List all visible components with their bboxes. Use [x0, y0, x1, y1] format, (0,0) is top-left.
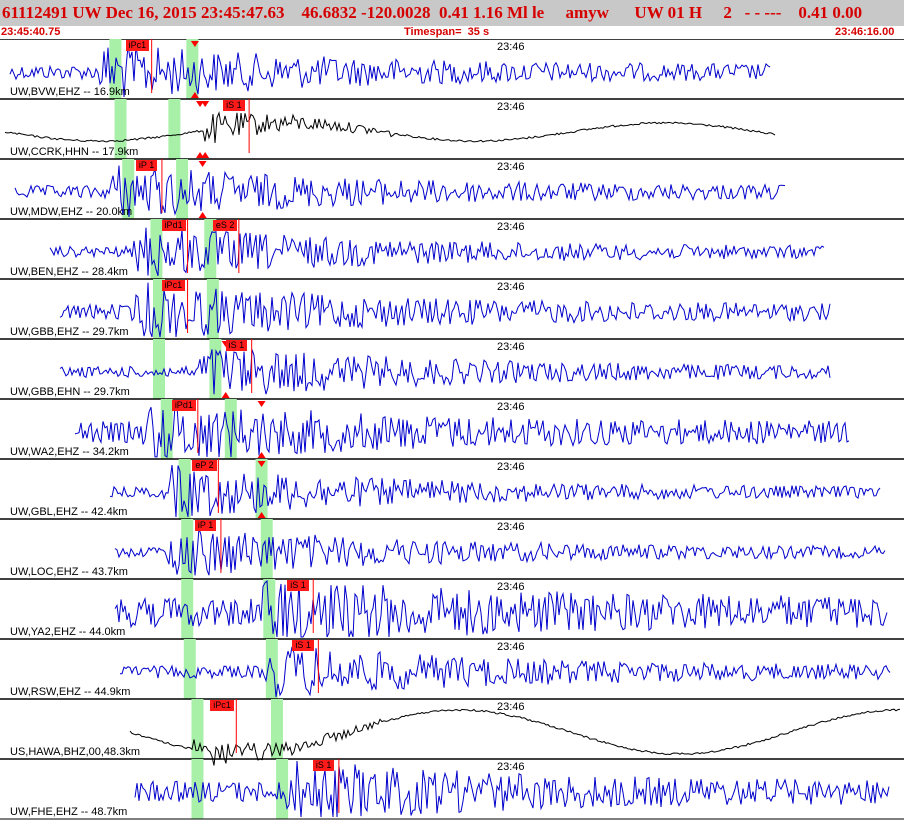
waveform-11[interactable]: [129, 708, 901, 766]
marker-icon: [198, 161, 207, 167]
trace-row[interactable]: [0, 458, 904, 519]
pick-label[interactable]: iP 1: [194, 520, 217, 531]
event-summary: 61112491 UW Dec 16, 2015 23:45:47.63 46.…: [2, 3, 863, 22]
timespan-label: Timespan= 35 s: [404, 26, 490, 38]
station-label: UW,YA2,EHZ -- 44.0km: [10, 626, 126, 638]
seismogram-viewer: 61112491 UW Dec 16, 2015 23:45:47.63 46.…: [0, 0, 904, 820]
marker-icon: [221, 392, 230, 398]
minute-label: 23:46: [497, 761, 525, 773]
waveform-5[interactable]: [59, 349, 831, 395]
pick-label[interactable]: iPd1: [171, 400, 196, 411]
station-label: UW,BEN,EHZ -- 28.4km: [10, 266, 128, 278]
trace-panel[interactable]: 23:46 UW,BVW,EHZ -- 16.9km iPc1 23:46 UW,CCR…: [0, 39, 904, 820]
pick-label[interactable]: eP 2: [192, 460, 217, 471]
pick-label[interactable]: iS 1: [312, 760, 335, 771]
minute-label: 23:46: [497, 341, 525, 353]
pick-label[interactable]: iPc1: [125, 40, 150, 51]
pick-label[interactable]: iS 1: [225, 340, 248, 351]
end-time: 23:46:16.00: [835, 26, 895, 38]
station-label: UW,FHE,EHZ -- 48.7km: [10, 806, 128, 818]
pick-label[interactable]: iPc1: [210, 700, 234, 711]
marker-icon: [198, 212, 207, 218]
station-label: UW,CCRK,HHN -- 17.9km: [10, 146, 139, 158]
trace-row[interactable]: [0, 338, 904, 399]
phase-window: [153, 339, 166, 399]
marker-icon: [201, 101, 210, 107]
trace-row[interactable]: [0, 398, 904, 459]
pick-label[interactable]: iS 1: [292, 640, 314, 651]
trace-row[interactable]: [0, 578, 904, 639]
phase-window: [168, 99, 181, 159]
trace-row[interactable]: [0, 278, 904, 339]
station-label: UW,BVW,EHZ -- 16.9km: [10, 86, 130, 98]
pick-label[interactable]: iPd1: [161, 220, 186, 231]
minute-label: 23:46: [497, 161, 525, 173]
trace-row[interactable]: [0, 758, 904, 819]
pick-label[interactable]: iPc1: [161, 280, 186, 291]
station-label: UW,RSW,EHZ -- 44.9km: [10, 686, 131, 698]
minute-label: 23:46: [497, 521, 525, 533]
marker-icon: [257, 401, 266, 407]
waveform-7[interactable]: [109, 465, 881, 518]
minute-label: 23:46: [497, 641, 525, 653]
station-label: UW,WA2,EHZ -- 34.2km: [10, 446, 129, 458]
event-header-bar: 61112491 UW Dec 16, 2015 23:45:47.63 46.…: [0, 0, 904, 26]
minute-label: 23:46: [497, 581, 525, 593]
minute-label: 23:46: [497, 281, 525, 293]
pick-label[interactable]: iS 1: [223, 100, 245, 111]
marker-icon: [201, 152, 210, 158]
minute-label: 23:46: [497, 401, 525, 413]
station-label: UW,LOC,EHZ -- 43.7km: [10, 566, 128, 578]
pick-label[interactable]: iS 1: [287, 580, 309, 591]
station-label: US,HAWA,BHZ,00,48.3km: [10, 746, 140, 758]
minute-label: 23:46: [497, 41, 525, 53]
trace-row[interactable]: [0, 518, 904, 579]
start-time: 23:45:40.75: [1, 26, 61, 38]
pick-label[interactable]: eS 2: [212, 220, 238, 231]
trace-row[interactable]: [0, 638, 904, 699]
waveform-10[interactable]: [120, 646, 891, 698]
waveform-3[interactable]: [49, 227, 825, 276]
minute-label: 23:46: [497, 101, 525, 113]
waveform-6[interactable]: [74, 405, 850, 458]
pick-label[interactable]: iP 1: [135, 160, 158, 171]
station-label: UW,GBB,EHN -- 29.7km: [10, 386, 130, 398]
phase-window: [191, 759, 204, 819]
minute-label: 23:46: [497, 221, 525, 233]
trace-row[interactable]: [0, 218, 904, 279]
phase-window: [183, 639, 196, 699]
station-label: UW,MDW,EHZ -- 20.0km: [10, 206, 133, 218]
minute-label: 23:46: [497, 701, 525, 713]
minute-label: 23:46: [497, 461, 525, 473]
station-label: UW,GBB,EHZ -- 29.7km: [10, 326, 129, 338]
station-label: UW,GBL,EHZ -- 42.4km: [10, 506, 128, 518]
waveform-8[interactable]: [114, 527, 886, 576]
